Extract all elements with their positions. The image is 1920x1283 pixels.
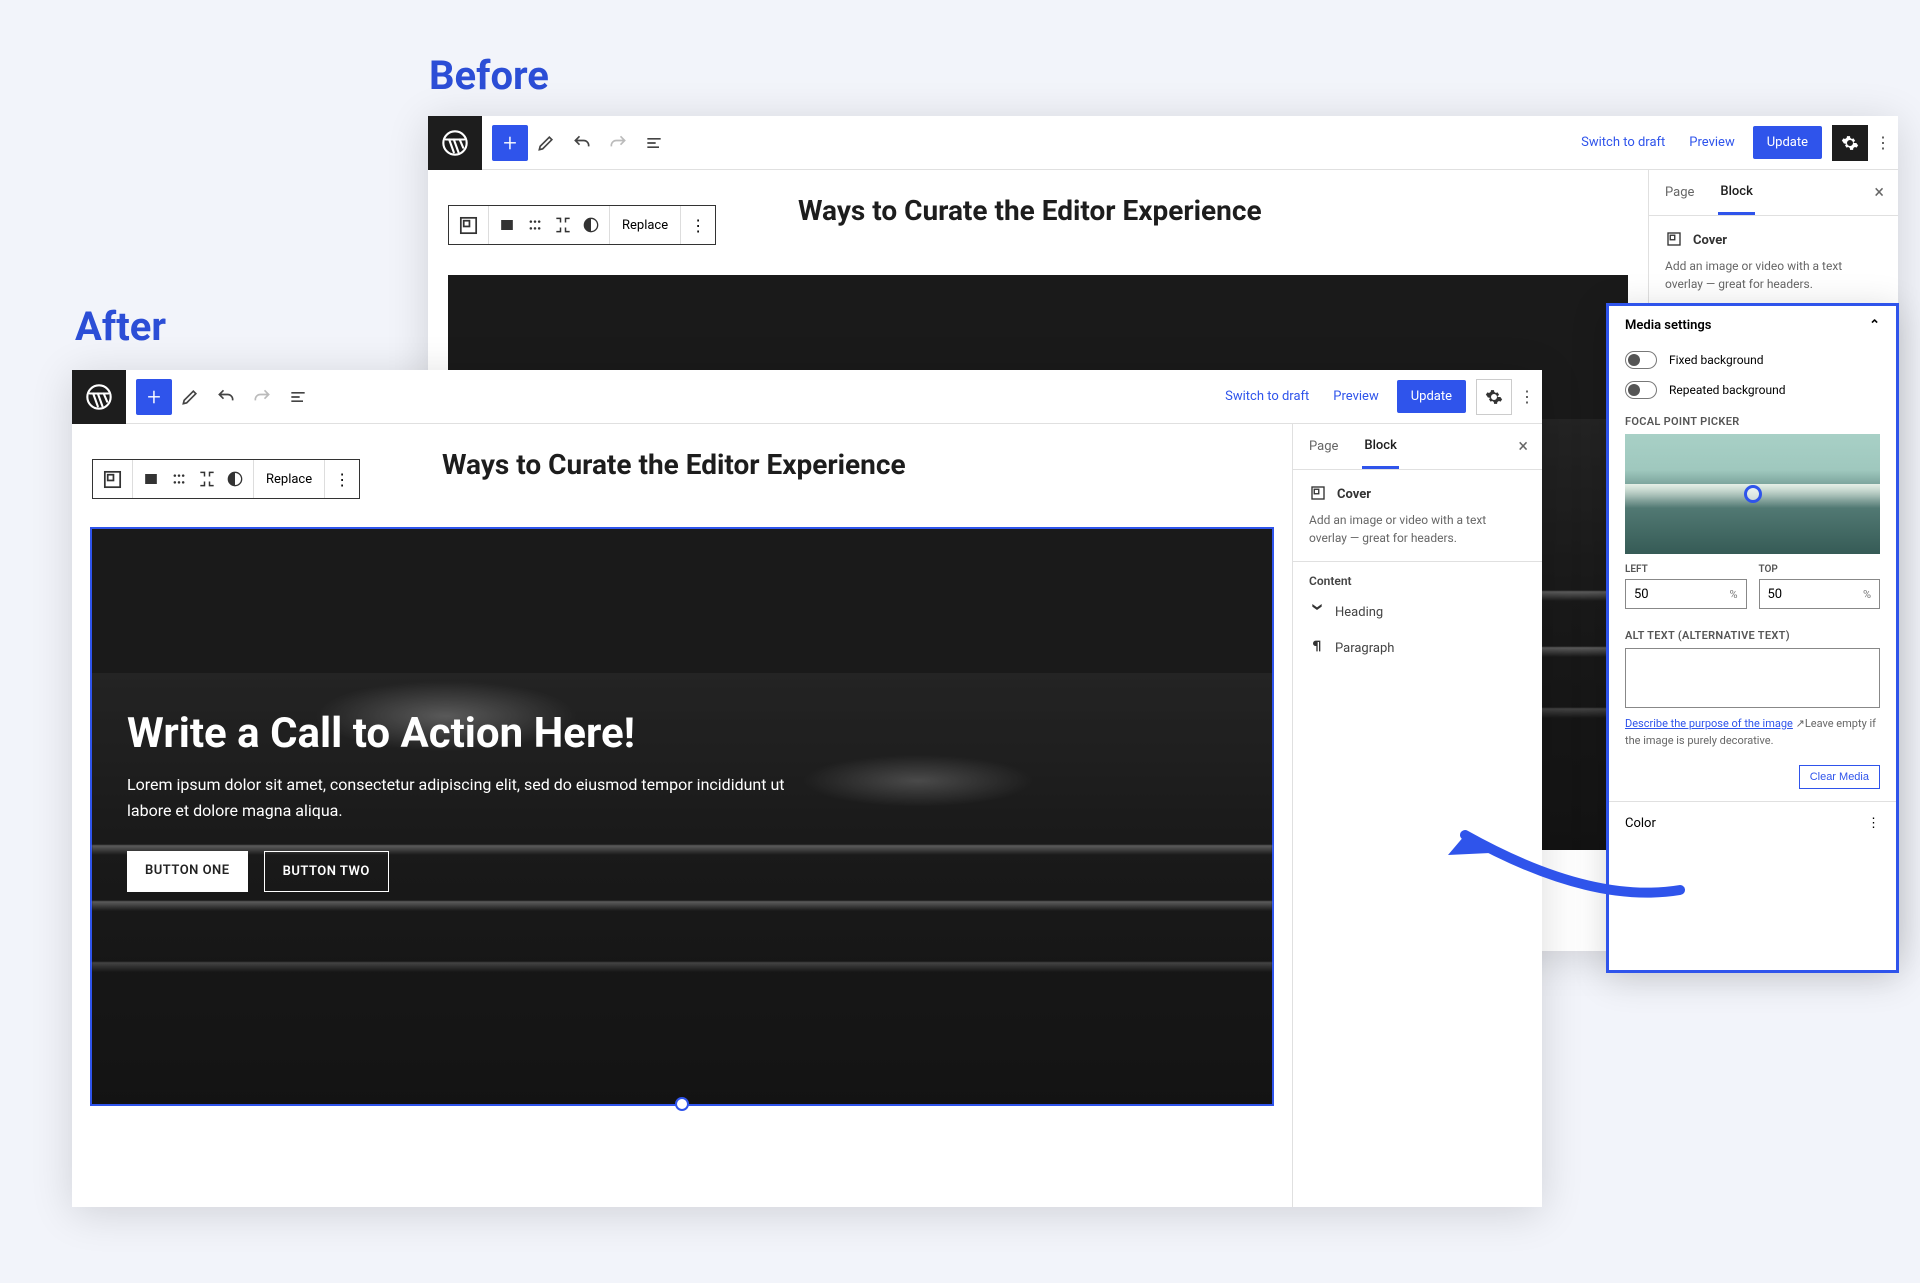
more-menu-button[interactable]: ⋮ xyxy=(1868,133,1898,152)
move-icon[interactable] xyxy=(165,465,193,493)
paragraph-icon xyxy=(1309,638,1325,658)
block-more-button[interactable]: ⋮ xyxy=(325,460,359,498)
cover-paragraph[interactable]: Lorem ipsum dolor sit amet, consectetur … xyxy=(127,772,800,823)
preview-link[interactable]: Preview xyxy=(1677,135,1746,150)
switch-to-draft-link[interactable]: Switch to draft xyxy=(1213,389,1321,404)
details-icon[interactable] xyxy=(280,379,316,415)
left-position-input[interactable]: 50% xyxy=(1625,579,1747,609)
arrow-icon xyxy=(1440,815,1690,905)
resize-handle[interactable] xyxy=(675,1097,689,1111)
more-menu-button[interactable]: ⋮ xyxy=(1512,387,1542,406)
cover-block-icon xyxy=(1665,230,1683,251)
sidebar-item-label: Paragraph xyxy=(1335,641,1394,656)
color-more-button[interactable]: ⋮ xyxy=(1867,816,1880,831)
repeated-background-label: Repeated background xyxy=(1669,383,1785,397)
clear-media-button[interactable]: Clear Media xyxy=(1799,765,1880,789)
details-icon[interactable] xyxy=(636,125,672,161)
fixed-background-label: Fixed background xyxy=(1669,353,1764,367)
cover-button-one[interactable]: BUTTON ONE xyxy=(127,851,248,892)
replace-button[interactable]: Replace xyxy=(610,206,681,244)
alt-text-label: ALT TEXT (ALTERNATIVE TEXT) xyxy=(1609,619,1896,648)
tab-block[interactable]: Block xyxy=(1362,424,1398,469)
block-name: Cover xyxy=(1337,487,1371,502)
replace-button[interactable]: Replace xyxy=(254,460,325,498)
alt-text-help-link[interactable]: Describe the purpose of the image xyxy=(1625,717,1793,730)
undo-icon[interactable] xyxy=(564,125,600,161)
block-description: Add an image or video with a text overla… xyxy=(1665,257,1882,293)
block-toolbar: Replace ⋮ xyxy=(92,459,360,499)
heading-icon xyxy=(1309,602,1325,622)
block-more-button[interactable]: ⋮ xyxy=(681,206,715,244)
sidebar-item-label: Heading xyxy=(1335,605,1383,620)
close-sidebar-button[interactable]: × xyxy=(1518,436,1528,457)
settings-button[interactable] xyxy=(1476,379,1512,415)
duotone-icon[interactable] xyxy=(577,211,605,239)
switch-to-draft-link[interactable]: Switch to draft xyxy=(1569,135,1677,150)
settings-button[interactable] xyxy=(1832,125,1868,161)
external-icon: ↗ xyxy=(1793,717,1805,730)
focal-point-label: FOCAL POINT PICKER xyxy=(1609,405,1896,434)
close-sidebar-button[interactable]: × xyxy=(1874,182,1884,203)
tab-page[interactable]: Page xyxy=(1307,424,1340,469)
page-title[interactable]: Ways to Curate the Editor Experience xyxy=(442,448,906,481)
focal-point-picker[interactable] xyxy=(1625,434,1880,554)
after-window: + Switch to draft Preview Update ⋮ Repla… xyxy=(72,370,1542,1207)
left-position-label: LEFT xyxy=(1625,564,1747,575)
duotone-icon[interactable] xyxy=(221,465,249,493)
align-icon[interactable] xyxy=(493,211,521,239)
undo-icon[interactable] xyxy=(208,379,244,415)
block-description: Add an image or video with a text overla… xyxy=(1309,511,1526,547)
sidebar-item-paragraph[interactable]: Paragraph xyxy=(1293,630,1542,666)
redo-icon xyxy=(244,379,280,415)
alt-text-input[interactable] xyxy=(1625,648,1880,708)
update-button[interactable]: Update xyxy=(1753,126,1822,159)
update-button[interactable]: Update xyxy=(1397,380,1466,413)
add-block-button[interactable]: + xyxy=(136,379,172,415)
content-heading: Content xyxy=(1293,562,1542,594)
sidebar-item-heading[interactable]: Heading xyxy=(1293,594,1542,630)
move-icon[interactable] xyxy=(521,211,549,239)
fixed-background-toggle[interactable] xyxy=(1625,351,1657,369)
block-name: Cover xyxy=(1693,233,1727,248)
redo-icon xyxy=(600,125,636,161)
chevron-up-icon[interactable]: ⌃ xyxy=(1869,318,1880,333)
page-title[interactable]: Ways to Curate the Editor Experience xyxy=(798,194,1262,227)
after-label: After xyxy=(75,303,166,350)
focal-point-handle[interactable] xyxy=(1744,485,1762,503)
tab-block[interactable]: Block xyxy=(1718,170,1754,215)
fullwidth-icon[interactable] xyxy=(549,211,577,239)
cover-block-icon xyxy=(1309,484,1327,505)
cover-block[interactable]: Write a Call to Action Here! Lorem ipsum… xyxy=(92,529,1272,1104)
before-label: Before xyxy=(429,52,549,99)
wordpress-logo[interactable] xyxy=(72,370,126,424)
block-type-icon[interactable] xyxy=(449,206,489,244)
preview-link[interactable]: Preview xyxy=(1321,389,1390,404)
fullwidth-icon[interactable] xyxy=(193,465,221,493)
top-position-input[interactable]: 50% xyxy=(1759,579,1881,609)
block-type-icon[interactable] xyxy=(93,460,133,498)
wordpress-logo[interactable] xyxy=(428,116,482,170)
align-icon[interactable] xyxy=(137,465,165,493)
edit-icon[interactable] xyxy=(172,379,208,415)
cover-button-two[interactable]: BUTTON TWO xyxy=(264,851,389,892)
tab-page[interactable]: Page xyxy=(1663,170,1696,215)
add-block-button[interactable]: + xyxy=(492,125,528,161)
block-toolbar: Replace ⋮ xyxy=(448,205,716,245)
repeated-background-toggle[interactable] xyxy=(1625,381,1657,399)
media-settings-title: Media settings xyxy=(1625,318,1711,333)
top-position-label: TOP xyxy=(1759,564,1881,575)
cover-heading[interactable]: Write a Call to Action Here! xyxy=(127,709,800,758)
edit-icon[interactable] xyxy=(528,125,564,161)
